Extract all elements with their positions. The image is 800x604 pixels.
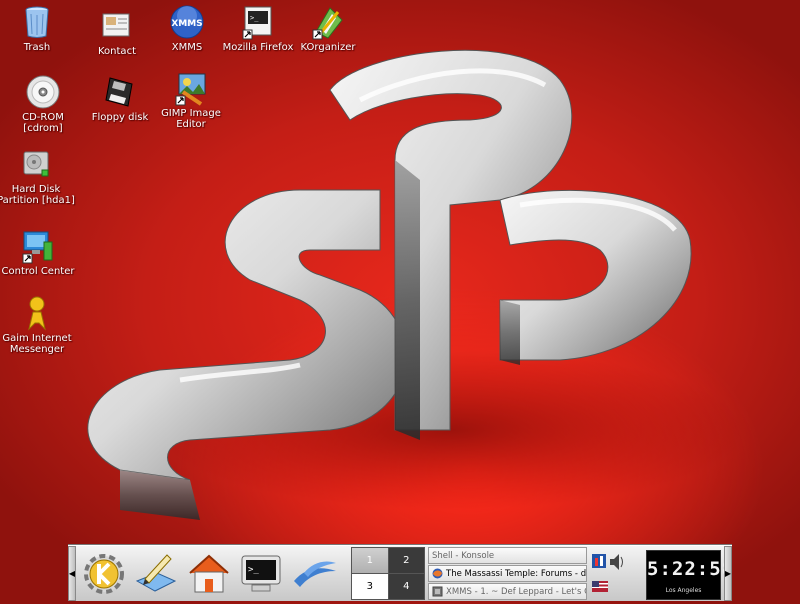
pager-desktop-4[interactable]: 4: [388, 574, 424, 599]
k-menu-button[interactable]: [79, 549, 129, 599]
task-konsole[interactable]: Shell - Konsole: [428, 547, 587, 564]
desktop-icon-gaim[interactable]: Gaim Internet Messenger: [0, 295, 79, 355]
system-tray: [590, 548, 632, 600]
home-icon: [189, 554, 229, 593]
gaim-person-icon: [28, 296, 46, 331]
panel-hide-left-button[interactable]: ◀: [68, 546, 76, 601]
task-xmms[interactable]: XMMS - 1. ~ Def Leppard - Let's Get: [428, 583, 587, 600]
terminal-icon: >_: [241, 555, 281, 592]
taskbar-panel: ◀ >_ 1 2 3 4 Shell - Konsole The Massass…: [68, 545, 735, 601]
desktop-icon-trash[interactable]: Trash: [0, 4, 79, 53]
desktop-icon-harddisk[interactable]: Hard Disk Partition [hda1]: [0, 146, 78, 206]
task-list: Shell - Konsole The Massassi Temple: For…: [428, 547, 587, 600]
pager-desktop-3[interactable]: 3: [352, 574, 388, 599]
trash-icon: [25, 6, 49, 38]
desktop-icon-label: Trash: [23, 42, 51, 53]
xmms-icon: XMMS: [170, 5, 204, 39]
desktop-icon-cdrom[interactable]: CD-ROM [cdrom]: [1, 74, 85, 134]
desktop-icon-label: CD-ROM [cdrom]: [22, 112, 64, 134]
home-launcher[interactable]: [184, 549, 234, 599]
desktop-icon-label: Kontact: [98, 46, 136, 57]
xmms-icon-text: XMMS: [171, 19, 202, 29]
volume-icon[interactable]: [610, 554, 623, 570]
terminal-window-icon: >_: [242, 6, 272, 40]
digital-clock[interactable]: 5:22:58 Los Angeles: [646, 550, 735, 600]
svg-text:>_: >_: [250, 14, 259, 22]
control-center-icon: [22, 231, 53, 264]
desktop-icon-label: KOrganizer: [300, 42, 356, 53]
network-monitor-icon[interactable]: [592, 554, 606, 568]
gimp-icon: [175, 73, 206, 106]
desktop-icon-label: Mozilla Firefox: [222, 42, 294, 53]
xmms-small-icon: [432, 586, 443, 597]
clock-time: 5:22:58: [647, 558, 735, 580]
desktop-icon-label: XMMS: [171, 42, 203, 53]
svg-text:>_: >_: [248, 565, 259, 575]
kontact-icon: [102, 13, 130, 37]
clock-city: Los Angeles: [665, 587, 702, 594]
pager-desktop-2[interactable]: 2: [388, 548, 424, 573]
desktop-icon-label: Control Center: [1, 266, 75, 277]
desktop-icon-label: Floppy disk: [91, 112, 149, 123]
desktop-icon-label: Gaim Internet Messenger: [2, 333, 72, 355]
task-firefox[interactable]: The Massassi Temple: Forums - desktop: [428, 565, 587, 582]
k-gear-icon: [84, 554, 124, 594]
editor-launcher[interactable]: [131, 549, 181, 599]
desktop-icon-korganizer[interactable]: KOrganizer: [286, 4, 370, 53]
pager-desktop-1[interactable]: 1: [352, 548, 388, 573]
hard-disk-icon: [23, 151, 49, 177]
chevron-right-icon: ▶: [724, 569, 732, 578]
firefox-icon: [432, 568, 443, 579]
task-label: Shell - Konsole: [432, 550, 495, 561]
desktop-pager: 1 2 3 4: [351, 547, 425, 600]
panel-hide-right-button[interactable]: ▶: [724, 546, 732, 601]
desktop-icon-label: Hard Disk Partition [hda1]: [0, 184, 75, 206]
text-editor-icon: [135, 554, 177, 592]
openoffice-launcher[interactable]: [290, 549, 340, 599]
desktop-icon-gimp[interactable]: GIMP Image Editor: [149, 70, 233, 130]
cdrom-icon: [26, 75, 60, 109]
keyboard-layout-flag-icon[interactable]: [592, 581, 608, 592]
desktop-icon-label: GIMP Image Editor: [161, 108, 221, 130]
task-label: XMMS - 1. ~ Def Leppard - Let's Get: [446, 586, 587, 597]
korganizer-icon: [312, 7, 343, 40]
terminal-launcher[interactable]: >_: [236, 549, 286, 599]
chevron-left-icon: ◀: [68, 569, 76, 578]
openoffice-gulls-icon: [294, 561, 336, 587]
desktop-icon-control-center[interactable]: Control Center: [0, 228, 80, 277]
floppy-disk-icon: [105, 77, 133, 107]
task-label: The Massassi Temple: Forums - desktop: [446, 568, 587, 579]
